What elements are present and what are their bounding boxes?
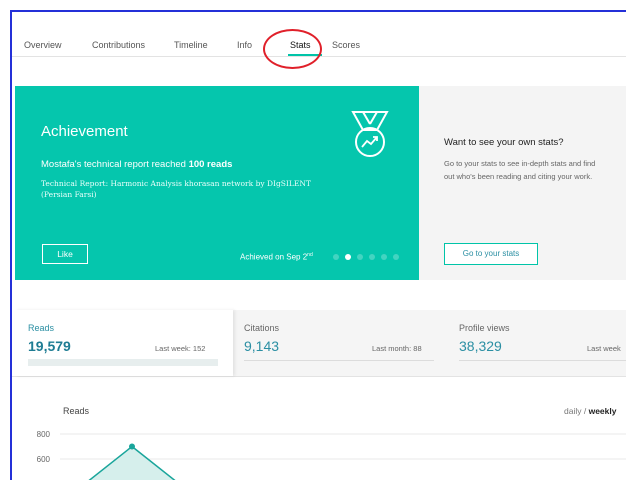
y-tick-label: 800	[37, 430, 51, 439]
citations-value: 9,143	[244, 338, 280, 354]
achievement-reads-count: 100 reads	[188, 159, 233, 170]
profile-views-card[interactable]: Profile views 38,329 Last week	[447, 310, 626, 376]
achievement-banner: Achievement Mostafa's technical report r…	[15, 86, 419, 280]
citations-card[interactable]: Citations 9,143 Last month: 88	[233, 310, 447, 376]
tab-contributions[interactable]: Contributions	[92, 40, 145, 50]
stat-cards: Reads 19,579 Last week: 152 Citations 9,…	[12, 310, 626, 377]
profile-views-label: Profile views	[459, 323, 510, 333]
promo-body-line-2: out who's been reading and citing your w…	[444, 172, 593, 181]
achieved-date-text: Achieved on Sep 2	[240, 252, 308, 262]
carousel-dot-1[interactable]	[333, 254, 339, 260]
page-frame: Overview Contributions Timeline Info Sta…	[10, 10, 626, 480]
own-stats-promo: Want to see your own stats? Go to your s…	[419, 86, 626, 280]
range-weekly[interactable]: weekly	[589, 406, 617, 416]
profile-views-divider	[459, 360, 626, 361]
reads-progress-bar	[28, 359, 218, 366]
tab-timeline[interactable]: Timeline	[174, 40, 208, 50]
reads-card[interactable]: Reads 19,579 Last week: 152	[15, 310, 233, 376]
reads-last-week: Last week: 152	[155, 344, 206, 353]
promo-title: Want to see your own stats?	[444, 137, 564, 148]
go-to-stats-button[interactable]: Go to your stats	[444, 243, 538, 265]
profile-tabs: Overview Contributions Timeline Info Sta…	[12, 12, 626, 69]
citations-divider	[244, 360, 434, 361]
carousel-dot-2[interactable]	[345, 254, 351, 260]
like-button[interactable]: Like	[42, 244, 88, 264]
medal-icon	[351, 111, 389, 157]
carousel-dot-6[interactable]	[393, 254, 399, 260]
peak-point	[129, 443, 135, 450]
reads-area	[89, 446, 175, 480]
chart-title: Reads	[63, 406, 90, 416]
y-tick-label: 600	[37, 455, 51, 464]
citations-label: Citations	[244, 323, 280, 333]
range-separator: /	[581, 406, 589, 416]
red-circle-annotation	[263, 29, 322, 69]
citations-last-month: Last month: 88	[372, 344, 422, 353]
achieved-date: Achieved on Sep 2nd	[240, 252, 313, 262]
tab-overview[interactable]: Overview	[24, 40, 62, 50]
promo-body: Go to your stats to see in-depth stats a…	[444, 157, 626, 183]
carousel-dot-5[interactable]	[381, 254, 387, 260]
achievement-headline: Mostafa's technical report reached 100 r…	[41, 159, 232, 170]
reads-chart: 800600400152	[37, 430, 626, 480]
chart-range-toggle: daily / weekly	[564, 406, 616, 416]
range-daily[interactable]: daily	[564, 406, 581, 416]
tab-scores[interactable]: Scores	[332, 40, 360, 50]
profile-views-last-week: Last week	[587, 344, 621, 353]
profile-views-value: 38,329	[459, 338, 502, 354]
reads-value: 19,579	[28, 338, 71, 354]
achievement-headline-text: Mostafa's technical report reached	[41, 159, 189, 170]
promo-body-line-1: Go to your stats to see in-depth stats a…	[444, 159, 596, 168]
carousel-dot-3[interactable]	[357, 254, 363, 260]
achievement-title: Achievement	[41, 123, 128, 140]
reads-label: Reads	[28, 323, 55, 333]
achievement-detail: Technical Report: Harmonic Analysis khor…	[41, 179, 311, 199]
achieved-date-suffix: nd	[307, 252, 313, 258]
carousel-dot-4[interactable]	[369, 254, 375, 260]
tab-info[interactable]: Info	[237, 40, 252, 50]
